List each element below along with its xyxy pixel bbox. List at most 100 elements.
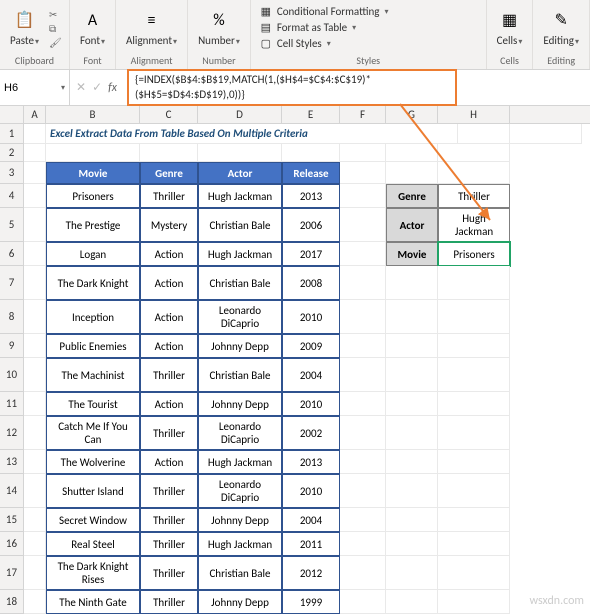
cell[interactable] xyxy=(386,162,438,184)
cell[interactable] xyxy=(340,162,386,184)
cell[interactable] xyxy=(198,144,282,162)
cell[interactable]: Inception xyxy=(46,300,140,334)
cell[interactable]: Action xyxy=(140,392,198,416)
row-header[interactable]: 14 xyxy=(0,474,24,508)
cell[interactable]: Christian Bale xyxy=(198,266,282,300)
cell[interactable]: Christian Bale xyxy=(198,556,282,590)
number-button[interactable]: % Number▾ xyxy=(194,6,244,49)
cell[interactable]: Action xyxy=(140,300,198,334)
cell[interactable] xyxy=(24,392,46,416)
cell[interactable]: Catch Me If You Can xyxy=(46,416,140,450)
cell[interactable]: Thriller xyxy=(140,556,198,590)
cell[interactable]: Johnny Depp xyxy=(198,590,282,614)
cell[interactable] xyxy=(438,144,510,162)
cell[interactable] xyxy=(340,508,386,532)
cell[interactable]: 2011 xyxy=(282,532,340,556)
cell[interactable] xyxy=(24,358,46,392)
row-header[interactable]: 6 xyxy=(0,242,24,266)
cell[interactable] xyxy=(24,416,46,450)
cell[interactable]: Thriller xyxy=(140,474,198,508)
col-header[interactable]: F xyxy=(340,106,386,123)
cell[interactable]: Thriller xyxy=(140,508,198,532)
cell[interactable]: Thriller xyxy=(140,358,198,392)
cell[interactable] xyxy=(386,266,438,300)
col-header[interactable]: B xyxy=(46,106,140,123)
cell[interactable]: Real Steel xyxy=(46,532,140,556)
cut-icon[interactable]: ✂ xyxy=(49,8,63,20)
cell[interactable]: Thriller xyxy=(140,590,198,614)
cell[interactable]: 2012 xyxy=(282,556,340,590)
formula-bar[interactable]: {=INDEX($B$4:$B$19,MATCH(1,($H$4=$C$4:$C… xyxy=(127,69,457,107)
cell[interactable]: The Wolverine xyxy=(46,450,140,474)
lookup-movie-label[interactable]: Movie xyxy=(386,242,438,266)
cell[interactable]: Action xyxy=(140,450,198,474)
cell[interactable] xyxy=(340,300,386,334)
format-as-table-button[interactable]: ▤Format as Table▾ xyxy=(257,20,358,35)
cell[interactable] xyxy=(386,358,438,392)
cell[interactable] xyxy=(340,358,386,392)
editing-button[interactable]: ✎ Editing▾ xyxy=(539,6,583,49)
row-header[interactable]: 17 xyxy=(0,556,24,590)
cell[interactable] xyxy=(386,590,438,614)
cell[interactable] xyxy=(340,392,386,416)
cell[interactable]: 2013 xyxy=(282,184,340,208)
cell[interactable] xyxy=(24,334,46,358)
cell[interactable] xyxy=(24,450,46,474)
chevron-down-icon[interactable]: ▾ xyxy=(61,83,65,93)
cell[interactable] xyxy=(438,556,510,590)
cells-button[interactable]: ▦ Cells▾ xyxy=(493,6,527,49)
row-header[interactable]: 10 xyxy=(0,358,24,392)
cell[interactable] xyxy=(24,144,46,162)
cell[interactable] xyxy=(340,556,386,590)
select-all-corner[interactable] xyxy=(0,106,24,123)
cell[interactable]: Mystery xyxy=(140,208,198,242)
cell[interactable] xyxy=(340,242,386,266)
cell[interactable]: The Dark Knight Rises xyxy=(46,556,140,590)
cell[interactable]: Action xyxy=(140,242,198,266)
cell[interactable]: Johnny Depp xyxy=(198,508,282,532)
cell[interactable] xyxy=(438,300,510,334)
cell[interactable]: Release xyxy=(282,162,340,184)
cell[interactable]: 2008 xyxy=(282,266,340,300)
cell[interactable]: Prisoners xyxy=(46,184,140,208)
cell[interactable] xyxy=(438,266,510,300)
cell[interactable]: Public Enemies xyxy=(46,334,140,358)
row-header[interactable]: 9 xyxy=(0,334,24,358)
cell[interactable] xyxy=(386,474,438,508)
col-header[interactable]: H xyxy=(438,106,510,123)
title-cell[interactable]: Excel Extract Data From Table Based On M… xyxy=(46,124,458,144)
cell[interactable] xyxy=(340,184,386,208)
cell[interactable] xyxy=(340,474,386,508)
enter-icon[interactable]: ✓ xyxy=(92,80,102,95)
cell[interactable] xyxy=(340,208,386,242)
cell[interactable] xyxy=(24,532,46,556)
cell[interactable]: Christian Bale xyxy=(198,208,282,242)
col-header[interactable]: D xyxy=(198,106,282,123)
row-header[interactable]: 3 xyxy=(0,162,24,184)
worksheet-grid[interactable]: A B C D E F G H 1Excel Extract Data From… xyxy=(0,106,590,614)
name-box-input[interactable] xyxy=(4,82,60,94)
cell[interactable] xyxy=(340,590,386,614)
cell[interactable]: Hugh Jackman xyxy=(198,450,282,474)
cell[interactable] xyxy=(438,474,510,508)
cell[interactable]: Logan xyxy=(46,242,140,266)
cell[interactable]: The Prestige xyxy=(46,208,140,242)
font-button[interactable]: A Font▾ xyxy=(76,6,109,49)
cell[interactable]: 2017 xyxy=(282,242,340,266)
row-header[interactable]: 13 xyxy=(0,450,24,474)
cell[interactable] xyxy=(386,532,438,556)
cell[interactable]: Hugh Jackman xyxy=(198,184,282,208)
cell[interactable]: Movie xyxy=(46,162,140,184)
lookup-actor-value[interactable]: Hugh Jackman xyxy=(438,208,510,242)
row-header[interactable]: 16 xyxy=(0,532,24,556)
cell[interactable] xyxy=(340,450,386,474)
cell[interactable] xyxy=(438,334,510,358)
cell[interactable]: 1999 xyxy=(282,590,340,614)
cell[interactable]: 2004 xyxy=(282,358,340,392)
cell[interactable] xyxy=(386,392,438,416)
cell[interactable] xyxy=(24,590,46,614)
cell[interactable]: Genre xyxy=(140,162,198,184)
cell[interactable] xyxy=(438,358,510,392)
lookup-movie-value[interactable]: Prisoners xyxy=(438,242,510,266)
cell[interactable] xyxy=(340,532,386,556)
